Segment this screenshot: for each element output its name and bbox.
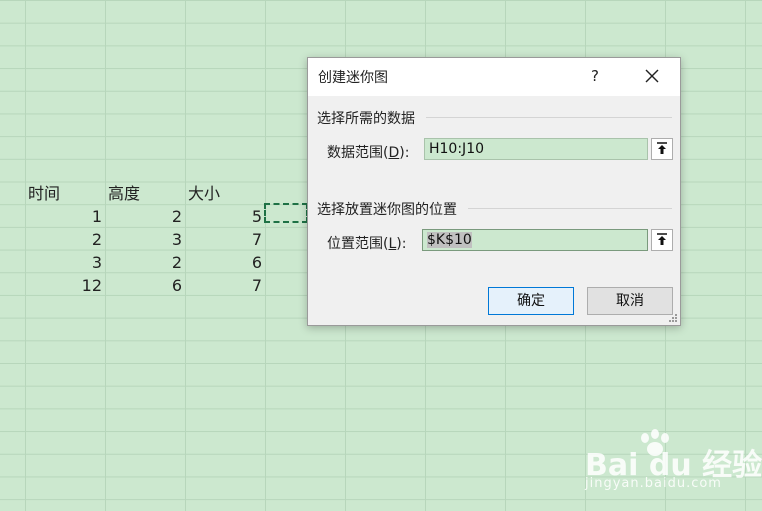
data-range-collapse-button[interactable] (651, 138, 673, 160)
collapse-dialog-icon (657, 142, 667, 154)
header-time[interactable]: 时间 (28, 183, 60, 205)
baidu-jingyan-watermark: Bai du 经验 jingyan.baidu.com (585, 429, 762, 494)
close-button[interactable] (638, 62, 666, 90)
group-divider (426, 117, 672, 118)
dialog-title: 创建迷你图 (318, 70, 388, 86)
table-cell[interactable]: 6 (192, 252, 262, 274)
header-height[interactable]: 高度 (108, 183, 140, 205)
table-cell[interactable]: 6 (112, 275, 182, 297)
location-range-input[interactable]: $K$10 (422, 229, 648, 251)
watermark-url: jingyan.baidu.com (585, 476, 722, 491)
table-cell[interactable]: 3 (112, 229, 182, 251)
table-cell[interactable]: 2 (32, 229, 102, 251)
table-cell[interactable]: 12 (32, 275, 102, 297)
create-sparklines-dialog: 创建迷你图 ? 选择所需的数据 数据范围(D): H10:J10 选择放置迷你图… (307, 57, 681, 326)
location-group-label: 选择放置迷你图的位置 (317, 202, 457, 218)
table-cell[interactable]: 3 (32, 252, 102, 274)
table-cell[interactable]: 7 (192, 275, 262, 297)
table-cell[interactable]: 2 (112, 252, 182, 274)
collapse-dialog-icon (657, 233, 667, 245)
close-icon (645, 69, 659, 83)
data-range-input[interactable]: H10:J10 (424, 138, 648, 160)
data-range-label: 数据范围(D): (327, 145, 410, 161)
resize-grip-icon[interactable] (668, 313, 678, 323)
table-cell[interactable]: 5 (192, 206, 262, 228)
spreadsheet-grid[interactable]: 时间 高度 大小 1 2 5 2 3 7 3 2 6 12 6 7 创建迷你图 … (0, 0, 762, 511)
ok-button[interactable]: 确定 (488, 287, 574, 315)
selected-cell-marquee[interactable] (264, 203, 308, 223)
help-button[interactable]: ? (584, 64, 606, 88)
location-range-label: 位置范围(L): (327, 236, 407, 252)
table-cell[interactable]: 7 (192, 229, 262, 251)
selected-text: $K$10 (427, 232, 472, 248)
location-range-collapse-button[interactable] (651, 229, 673, 251)
header-size[interactable]: 大小 (188, 183, 220, 205)
cancel-button[interactable]: 取消 (587, 287, 673, 315)
table-cell[interactable]: 2 (112, 206, 182, 228)
data-group-label: 选择所需的数据 (317, 111, 415, 127)
table-cell[interactable]: 1 (32, 206, 102, 228)
group-divider (468, 208, 672, 209)
dialog-titlebar[interactable]: 创建迷你图 ? (308, 58, 680, 96)
